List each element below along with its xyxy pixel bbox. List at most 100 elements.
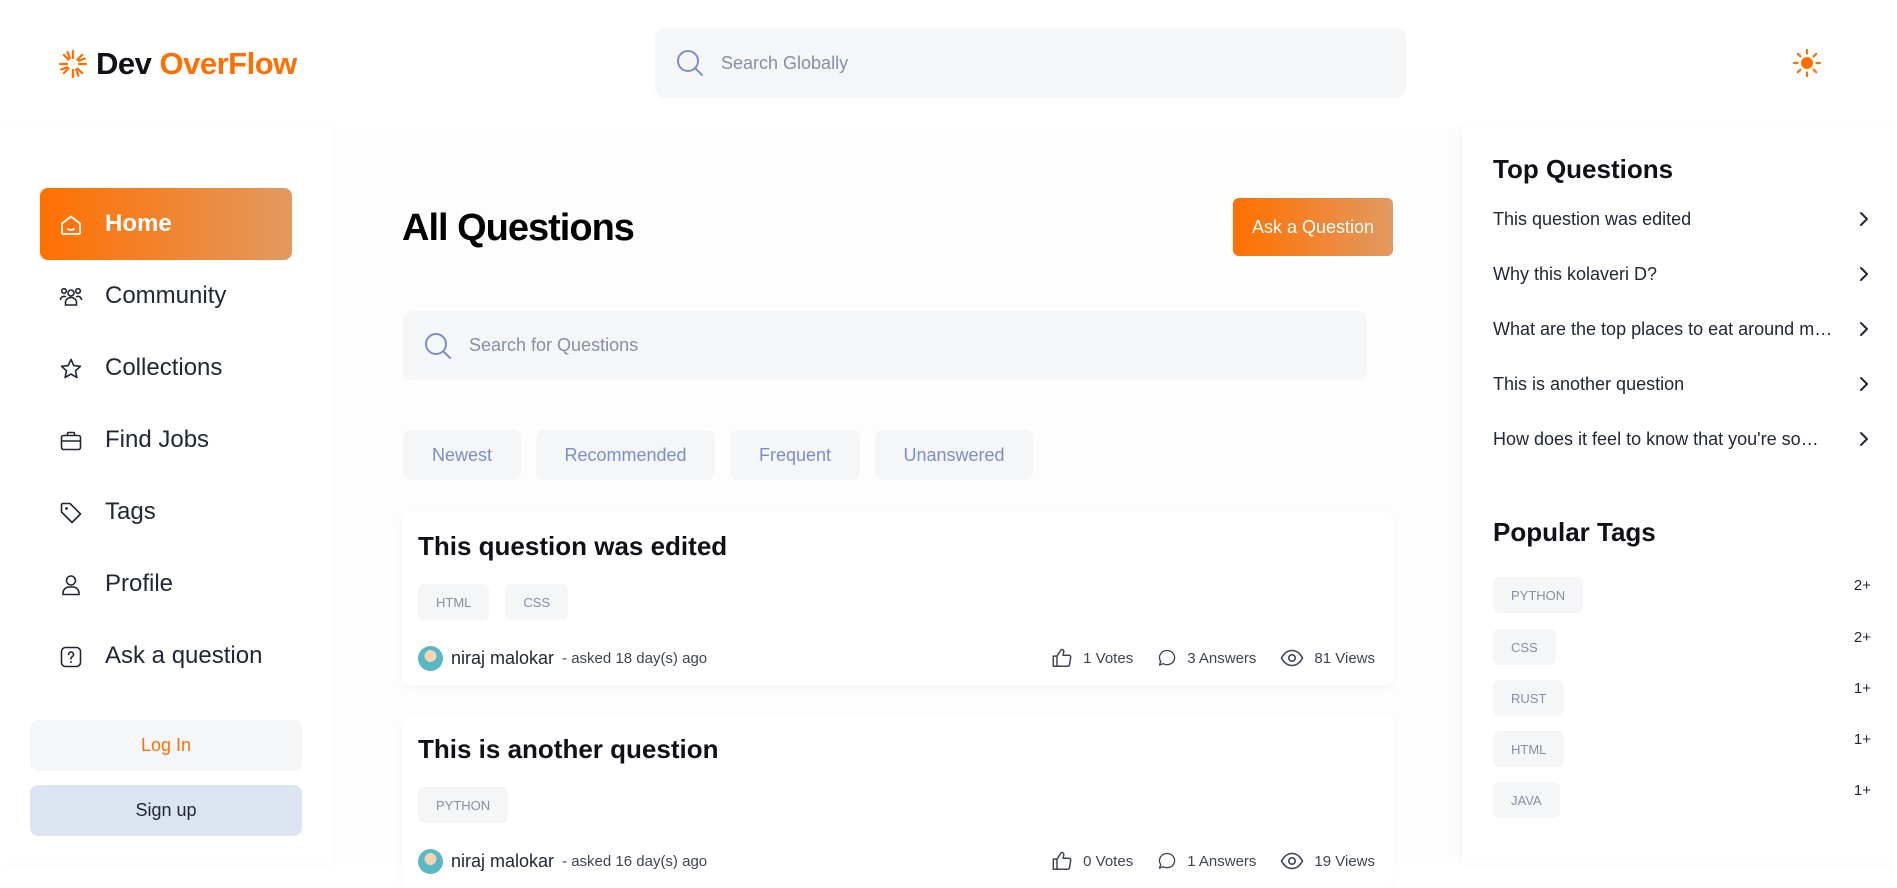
popular-tag-item[interactable]: HTML 1+ (1493, 731, 1871, 771)
chevron-right-icon (1860, 377, 1868, 391)
author-name[interactable]: niraj malokar (451, 851, 554, 872)
logo-burst-icon (58, 49, 88, 79)
question-author[interactable]: niraj malokar - asked 16 day(s) ago (418, 849, 707, 874)
filter-unanswered[interactable]: Unanswered (875, 430, 1033, 480)
chevron-right-icon (1860, 267, 1868, 281)
tag-count: 2+ (1853, 577, 1871, 594)
sidebar-item-tags[interactable]: Tags (40, 476, 292, 548)
top-question-item[interactable]: This question was edited (1493, 204, 1871, 234)
question-title[interactable]: This question was edited (418, 531, 727, 562)
tag-badge[interactable]: CSS (1493, 629, 1556, 665)
question-card: This is another question PYTHON niraj ma… (403, 715, 1393, 888)
chevron-right-icon (1860, 432, 1868, 446)
message-icon (1159, 852, 1176, 869)
popular-tags-heading: Popular Tags (1493, 517, 1656, 547)
filter-newest[interactable]: Newest (403, 430, 521, 480)
views-count: 81 Views (1314, 649, 1375, 667)
login-button[interactable]: Log In (30, 720, 302, 771)
question-search-bar[interactable] (403, 311, 1367, 380)
popular-tag-item[interactable]: JAVA 1+ (1493, 782, 1871, 822)
answers-stat: 1 Answers (1157, 851, 1256, 871)
question-tags: HTML CSS (418, 584, 569, 620)
tag-badge[interactable]: RUST (1493, 680, 1565, 716)
top-question-text: This question was edited (1493, 208, 1692, 229)
chevron-right-icon (1860, 212, 1868, 226)
author-name[interactable]: niraj malokar (451, 648, 554, 669)
filter-frequent[interactable]: Frequent (730, 430, 860, 480)
tag-count: 2+ (1853, 629, 1871, 646)
sidebar-item-label: Tags (105, 498, 156, 525)
sidebar-item-label: Collections (105, 354, 223, 381)
thumbs-up-icon (1052, 648, 1072, 667)
briefcase-icon (60, 431, 82, 451)
avatar (418, 849, 443, 874)
tag-icon (60, 502, 82, 524)
popular-tag-item[interactable]: CSS 2+ (1493, 629, 1871, 669)
sun-icon (1792, 48, 1822, 78)
top-question-item[interactable]: How does it feel to know that you're so… (1493, 424, 1871, 454)
views-stat: 19 Views (1280, 849, 1375, 873)
question-card: This question was edited HTML CSS niraj … (403, 512, 1393, 685)
answers-stat: 3 Answers (1157, 648, 1256, 668)
tag-badge[interactable]: PYTHON (1493, 577, 1584, 613)
global-search-input[interactable] (721, 52, 1321, 74)
question-author[interactable]: niraj malokar - asked 18 day(s) ago (418, 646, 707, 671)
signup-button[interactable]: Sign up (30, 785, 302, 836)
logo-accent: OverFlow (159, 46, 298, 81)
filter-recommended[interactable]: Recommended (536, 430, 715, 480)
question-icon (60, 646, 82, 668)
top-question-item[interactable]: What are the top places to eat around me… (1493, 314, 1871, 344)
sidebar-item-collections[interactable]: Collections (40, 332, 292, 404)
tag-badge[interactable]: JAVA (1493, 782, 1560, 818)
main-content: All Questions Ask a Question Newest Reco… (331, 127, 1463, 888)
votes-count: 1 Votes (1083, 649, 1134, 667)
chevron-right-icon (1860, 322, 1868, 336)
votes-stat: 0 Votes (1051, 850, 1133, 872)
avatar (418, 646, 443, 671)
right-sidebar: Top Questions This question was edited W… (1463, 127, 1897, 863)
sidebar-item-label: Profile (105, 570, 174, 597)
question-tags: PYTHON (418, 787, 509, 823)
top-question-item[interactable]: This is another question (1493, 369, 1871, 399)
votes-stat: 1 Votes (1051, 647, 1133, 669)
home-icon (61, 215, 81, 235)
global-search-bar[interactable] (655, 28, 1406, 98)
popular-tag-item[interactable]: RUST 1+ (1493, 680, 1871, 720)
sidebar-item-find-jobs[interactable]: Find Jobs (40, 404, 292, 476)
search-icon (677, 50, 703, 76)
thumbs-up-icon (1052, 851, 1072, 870)
popular-tag-item[interactable]: PYTHON 2+ (1493, 577, 1871, 617)
top-question-text: This is another question (1493, 373, 1685, 394)
question-stats: 1 Votes 3 Answers 81 Views (1051, 646, 1375, 670)
tag-badge[interactable]: CSS (505, 584, 569, 620)
tag-badge[interactable]: HTML (418, 584, 490, 620)
sidebar-item-home[interactable]: Home (40, 188, 292, 260)
logo[interactable]: Dev OverFlow (58, 46, 297, 82)
question-search-input[interactable] (469, 335, 1269, 356)
sidebar-item-label: Community (105, 282, 227, 309)
top-question-item[interactable]: Why this kolaveri D? (1493, 259, 1871, 289)
top-question-text: What are the top places to eat around me… (1493, 318, 1833, 339)
logo-prefix: Dev (96, 46, 152, 81)
top-questions-heading: Top Questions (1493, 154, 1674, 184)
star-icon (60, 358, 82, 379)
views-stat: 81 Views (1280, 646, 1375, 670)
answers-count: 1 Answers (1187, 852, 1257, 870)
tag-count: 1+ (1853, 731, 1871, 748)
top-question-text: How does it feel to know that you're so… (1493, 428, 1819, 449)
top-question-text: Why this kolaveri D? (1493, 263, 1658, 284)
asked-time: - asked 18 day(s) ago (562, 650, 708, 667)
views-count: 19 Views (1314, 852, 1375, 870)
search-icon (425, 332, 451, 359)
tag-badge[interactable]: HTML (1493, 731, 1565, 767)
sidebar-item-community[interactable]: Community (40, 260, 292, 332)
theme-toggle[interactable] (1792, 48, 1822, 83)
ask-question-button[interactable]: Ask a Question (1233, 198, 1393, 256)
tag-count: 1+ (1853, 782, 1871, 799)
sidebar-item-label: Ask a question (105, 642, 263, 669)
tag-badge[interactable]: PYTHON (418, 787, 509, 823)
eye-icon (1280, 852, 1304, 870)
question-title[interactable]: This is another question (418, 734, 718, 765)
sidebar-item-ask-question[interactable]: Ask a question (40, 620, 292, 692)
sidebar-item-profile[interactable]: Profile (40, 548, 292, 620)
